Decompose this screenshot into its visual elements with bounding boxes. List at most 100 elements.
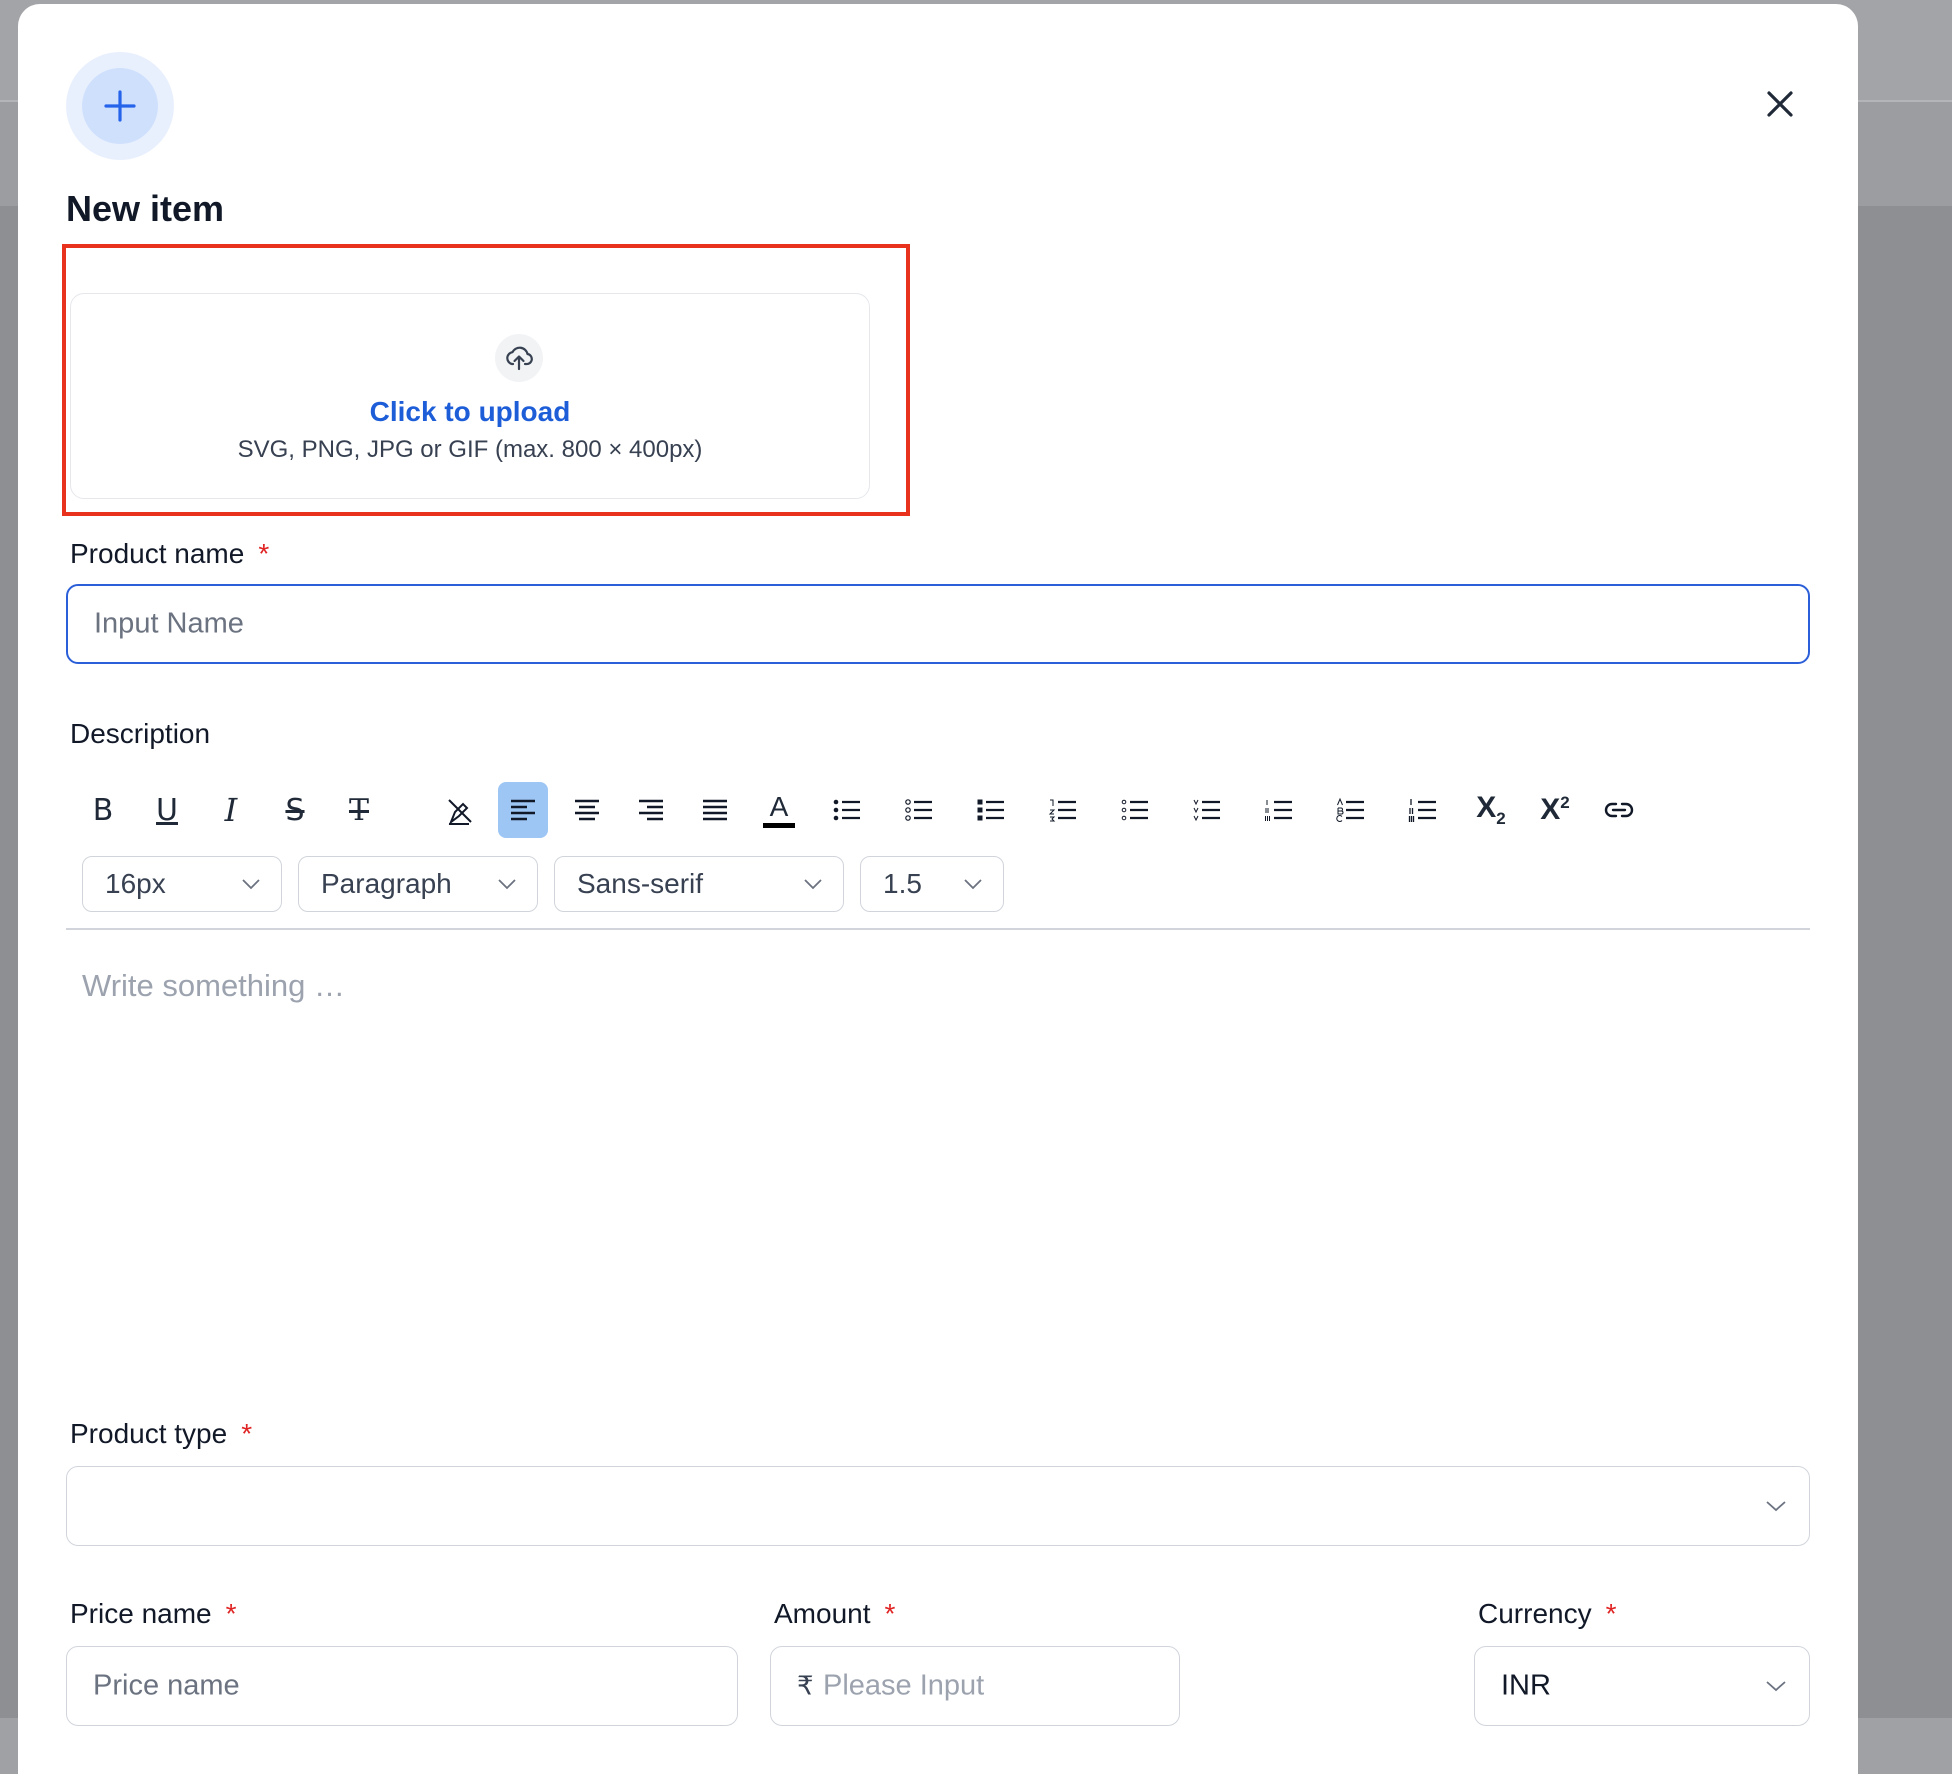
lower-alpha-list-icon — [1121, 799, 1148, 821]
clear-format-icon: T — [348, 792, 369, 828]
toolbar-divider — [66, 928, 1810, 930]
font-size-select[interactable]: 16px — [82, 856, 282, 912]
align-justify-button[interactable] — [690, 782, 740, 838]
ordered-list-icon — [1048, 799, 1076, 822]
clear-highlight-button[interactable] — [434, 782, 484, 838]
currency-label: Currency * — [1478, 1598, 1617, 1630]
product-name-input[interactable]: Input Name — [66, 584, 1810, 664]
superscript-glyph: X — [1540, 793, 1561, 826]
required-mark: * — [241, 1418, 253, 1449]
link-button[interactable] — [1594, 782, 1644, 838]
product-name-label-text: Product name — [70, 538, 245, 569]
bold-icon: B — [92, 792, 114, 828]
lower-roman-list-icon — [1265, 800, 1292, 821]
close-button[interactable] — [1758, 82, 1802, 126]
align-right-button[interactable] — [626, 782, 676, 838]
amount-label: Amount * — [774, 1598, 895, 1630]
subscript-button[interactable]: X2 — [1466, 782, 1516, 838]
chevron-down-icon — [498, 879, 516, 890]
click-to-upload-link[interactable]: Click to upload — [71, 396, 869, 428]
product-type-select[interactable] — [66, 1466, 1810, 1546]
square-list-icon — [977, 799, 1004, 821]
circle-list-button[interactable] — [894, 782, 944, 838]
lower-greek-list-button[interactable] — [1182, 782, 1232, 838]
subscript-mark: 2 — [1496, 809, 1506, 828]
superscript-icon: X2 — [1540, 793, 1569, 827]
required-mark: * — [225, 1598, 237, 1629]
amount-label-text: Amount — [774, 1598, 871, 1629]
upload-cloud-icon — [495, 334, 543, 382]
chevron-down-icon — [964, 879, 982, 890]
required-mark: * — [258, 538, 270, 569]
amount-placeholder: Please Input — [823, 1669, 985, 1702]
upload-format-hint: SVG, PNG, JPG or GIF (max. 800 × 400px) — [237, 436, 703, 463]
close-icon — [1767, 91, 1793, 117]
currency-select[interactable]: INR — [1474, 1646, 1810, 1726]
subscript-glyph: X — [1476, 791, 1497, 824]
description-label: Description — [70, 718, 211, 749]
currency-label-text: Currency — [1478, 1598, 1592, 1629]
text-color-icon: A — [763, 790, 795, 828]
text-color-swatch — [763, 822, 795, 828]
text-color-glyph: A — [769, 790, 789, 822]
superscript-mark: 2 — [1560, 793, 1570, 812]
clear-highlight-icon — [448, 799, 472, 825]
new-item-dialog: New item Click to upload SVG, PNG, JPG o… — [18, 4, 1858, 1774]
chevron-down-icon — [242, 879, 260, 890]
text-color-button[interactable]: A — [754, 782, 804, 838]
strikethrough-icon: S — [285, 792, 305, 828]
dialog-title: New item — [66, 188, 225, 229]
superscript-button[interactable]: X2 — [1530, 782, 1580, 838]
bullet-list-button[interactable] — [822, 782, 872, 838]
italic-icon: I — [224, 791, 238, 829]
upper-alpha-list-button[interactable] — [1326, 782, 1376, 838]
product-type-label: Product type * — [70, 1418, 252, 1450]
align-left-button[interactable] — [498, 782, 548, 838]
bullet-list-icon — [833, 799, 860, 821]
align-left-icon — [511, 799, 535, 821]
font-family-select[interactable]: Sans-serif — [554, 856, 844, 912]
lower-roman-list-button[interactable] — [1254, 782, 1304, 838]
underline-icon: U — [156, 792, 178, 828]
block-type-select[interactable]: Paragraph — [298, 856, 538, 912]
required-mark: * — [1605, 1598, 1617, 1629]
align-right-icon — [639, 799, 663, 821]
price-name-label-text: Price name — [70, 1598, 212, 1629]
bold-button[interactable]: B — [78, 782, 128, 838]
image-upload-dropzone[interactable]: Click to upload SVG, PNG, JPG or GIF (ma… — [70, 293, 870, 499]
align-center-icon — [575, 799, 599, 821]
chevron-down-icon — [1766, 1501, 1786, 1512]
circle-list-icon — [905, 799, 932, 821]
block-type-value: Paragraph — [321, 868, 452, 899]
chevron-down-icon — [804, 879, 822, 890]
upper-roman-list-icon — [1408, 799, 1436, 822]
lower-alpha-list-button[interactable] — [1110, 782, 1160, 838]
line-height-select[interactable]: 1.5 — [860, 856, 1004, 912]
amount-input[interactable]: ₹ Please Input — [770, 1646, 1180, 1726]
product-name-placeholder: Input Name — [94, 607, 244, 640]
link-icon — [1604, 802, 1634, 818]
square-list-button[interactable] — [966, 782, 1016, 838]
currency-value: INR — [1501, 1669, 1551, 1702]
align-center-button[interactable] — [562, 782, 612, 838]
price-name-label: Price name * — [70, 1598, 237, 1630]
font-family-value: Sans-serif — [577, 868, 704, 899]
ordered-list-button[interactable] — [1038, 782, 1088, 838]
rupee-currency-symbol: ₹ — [797, 1670, 814, 1701]
italic-button[interactable]: I — [206, 782, 256, 838]
lower-greek-list-icon — [1193, 799, 1220, 822]
chevron-down-icon — [1766, 1681, 1786, 1692]
clear-format-button[interactable]: T — [334, 782, 384, 838]
underline-button[interactable]: U — [142, 782, 192, 838]
upper-roman-list-button[interactable] — [1398, 782, 1448, 838]
price-name-input[interactable]: Price name — [66, 1646, 738, 1726]
required-mark: * — [884, 1598, 896, 1629]
subscript-icon: X2 — [1476, 791, 1505, 829]
product-name-label: Product name * — [70, 538, 269, 570]
description-editor[interactable]: Write something … — [82, 968, 345, 1004]
align-justify-icon — [703, 799, 727, 821]
line-height-value: 1.5 — [883, 868, 922, 899]
strikethrough-button[interactable]: S — [270, 782, 320, 838]
price-name-placeholder: Price name — [93, 1669, 240, 1702]
plus-icon — [82, 68, 158, 144]
